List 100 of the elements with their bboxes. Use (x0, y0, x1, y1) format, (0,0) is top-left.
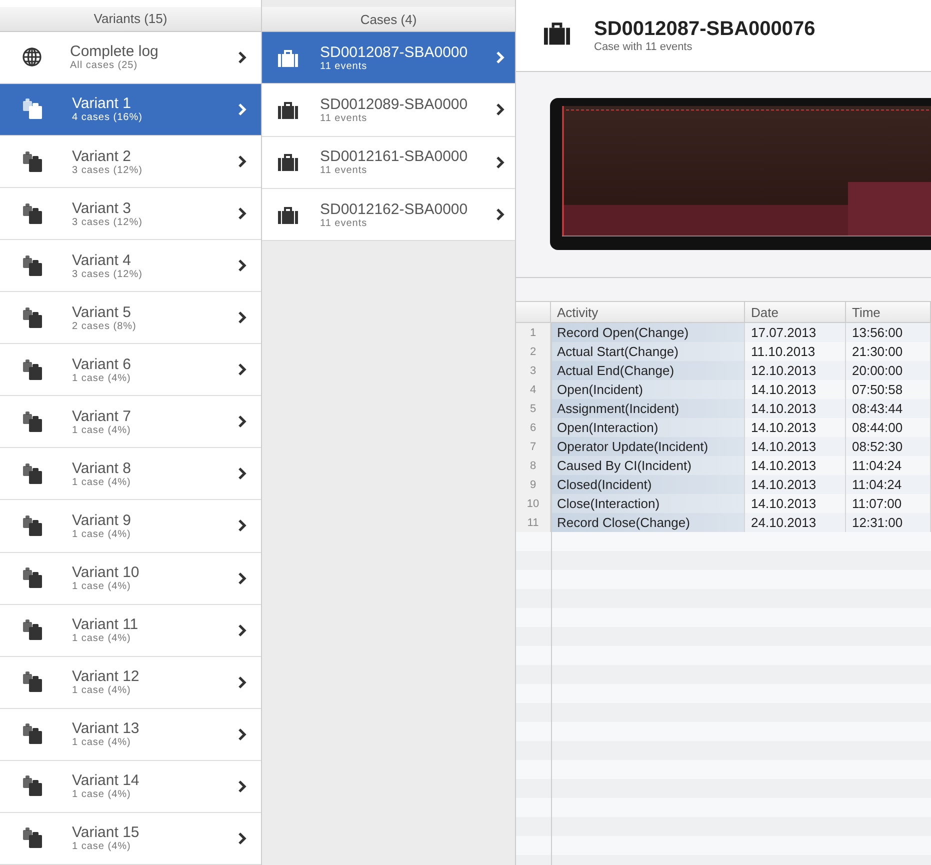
chevron-icon (496, 51, 505, 64)
case-item[interactable]: SD0012162-SBA0000 11 events (262, 188, 515, 242)
item-title: Variant 14 (72, 772, 140, 790)
table-cell: Record Open(Change) (551, 323, 745, 342)
row-number: 8 (516, 456, 551, 475)
case-title: SD0012087-SBA000076 (594, 18, 816, 41)
suitcases-icon (22, 150, 44, 173)
item-title: Variant 4 (72, 252, 132, 269)
suitcases-icon (22, 723, 44, 746)
item-title: Variant 15 (72, 824, 140, 842)
row-number: 10 (516, 494, 551, 513)
chevron-icon (238, 676, 247, 689)
variant-item[interactable]: Variant 10 1 case (4%) (0, 552, 261, 605)
item-subtitle: 11 events (320, 218, 368, 229)
table-cell: Caused By CI(Incident) (551, 456, 745, 475)
row-number: 2 (516, 342, 551, 361)
item-title: SD0012162-SBA0000 (320, 200, 469, 218)
item-subtitle: 11 events (320, 60, 368, 72)
suitcases-icon (22, 202, 44, 225)
item-title: SD0012087-SBA0000 (320, 44, 469, 61)
chevron-icon (238, 415, 247, 428)
chevron-icon (238, 259, 247, 272)
panel-title: Cases (4) (360, 12, 417, 26)
suitcase-icon (544, 20, 570, 44)
item-subtitle: 1 case (4%) (72, 633, 132, 644)
suitcase-icon (278, 153, 298, 172)
table-cell: Actual Start(Change) (551, 342, 745, 361)
suitcases-icon (22, 619, 44, 642)
suitcases-icon (22, 306, 44, 329)
table-cell: Open(Interaction) (551, 418, 745, 437)
item-subtitle: 4 cases (16%) (72, 112, 144, 124)
item-title: Variant 10 (72, 564, 140, 582)
item-title: Variant 3 (72, 200, 132, 217)
suitcase-icon (278, 100, 298, 119)
chevron-icon (238, 155, 247, 168)
table-cell: Close(Interaction) (551, 494, 745, 513)
chevron-icon (238, 780, 247, 793)
item-subtitle: All cases (25) (70, 60, 139, 72)
item-subtitle: 1 case (4%) (72, 789, 132, 800)
globe-icon (22, 47, 42, 68)
column-header[interactable]: Date (745, 302, 846, 322)
variant-item[interactable]: Variant 11 1 case (4%) (0, 604, 261, 657)
suitcases-icon (22, 410, 44, 433)
suitcases-icon (22, 358, 44, 381)
suitcases-icon (22, 254, 44, 277)
chevron-icon (238, 467, 247, 480)
chevron-icon (496, 156, 505, 169)
suitcases-icon (22, 671, 44, 694)
suitcases-icon (22, 827, 44, 850)
item-subtitle: 1 case (4%) (72, 737, 132, 748)
row-number: 6 (516, 418, 551, 437)
variant-item[interactable]: Variant 1 4 cases (16%) (0, 84, 261, 136)
item-subtitle: 1 case (4%) (72, 424, 132, 436)
case-item[interactable]: SD0012161-SBA0000 11 events (262, 136, 515, 189)
column-header[interactable]: Activity (551, 302, 745, 322)
item-title: Variant 1 (72, 95, 132, 112)
chevron-icon (238, 207, 247, 220)
item-subtitle: 11 events (320, 112, 368, 124)
case-item[interactable]: SD0012087-SBA0000 11 events (262, 32, 515, 84)
suitcases-icon (22, 567, 44, 590)
suitcases-icon (22, 514, 44, 537)
item-subtitle: 1 case (4%) (72, 685, 132, 696)
item-subtitle: 2 cases (8%) (72, 320, 138, 332)
suitcase-icon (278, 206, 298, 224)
item-subtitle: 1 case (4%) (72, 528, 132, 540)
item-title: Variant 12 (72, 668, 140, 686)
chevron-icon (238, 50, 247, 64)
suitcase-icon (278, 48, 298, 67)
item-title: SD0012161-SBA0000 (320, 148, 469, 166)
item-subtitle: 1 case (4%) (72, 841, 132, 852)
item-title: Complete log (70, 43, 160, 60)
item-title: SD0012089-SBA0000 (320, 96, 469, 113)
suitcases-icon (22, 775, 44, 798)
item-subtitle: 1 case (4%) (72, 372, 132, 384)
chevron-icon (238, 363, 247, 376)
item-title: Variant 11 (72, 616, 140, 634)
table-cell: Assignment(Incident) (551, 399, 745, 418)
chevron-icon (496, 208, 505, 222)
table-cell: Operator Update(Incident) (551, 437, 745, 456)
item-title: Variant 6 (72, 356, 132, 373)
item-subtitle: 3 cases (12%) (72, 216, 144, 228)
item-title: Variant 9 (72, 512, 132, 529)
panel-title: Variants (15) (94, 11, 168, 26)
chevron-icon (238, 832, 247, 845)
item-subtitle: 3 cases (12%) (72, 164, 144, 176)
item-subtitle: 1 case (4%) (72, 476, 132, 488)
item-subtitle: 3 cases (12%) (72, 268, 144, 280)
chevron-icon (238, 102, 247, 116)
chevron-icon (496, 103, 505, 116)
table-cell: Record Close(Change) (551, 513, 745, 532)
case-item[interactable]: SD0012089-SBA0000 11 events (262, 84, 515, 137)
chevron-icon (238, 311, 247, 324)
item-subtitle: 1 case (4%) (72, 581, 132, 592)
variant-item[interactable]: Variant 12 1 case (4%) (0, 656, 261, 709)
item-title: Variant 7 (72, 408, 132, 425)
variant-item[interactable]: Variant 13 1 case (4%) (0, 708, 261, 761)
column-header[interactable]: Time (846, 302, 931, 322)
item-title: Variant 2 (72, 148, 132, 165)
table-cell: Open(Incident) (551, 380, 745, 399)
item-title: Variant 8 (72, 460, 132, 477)
